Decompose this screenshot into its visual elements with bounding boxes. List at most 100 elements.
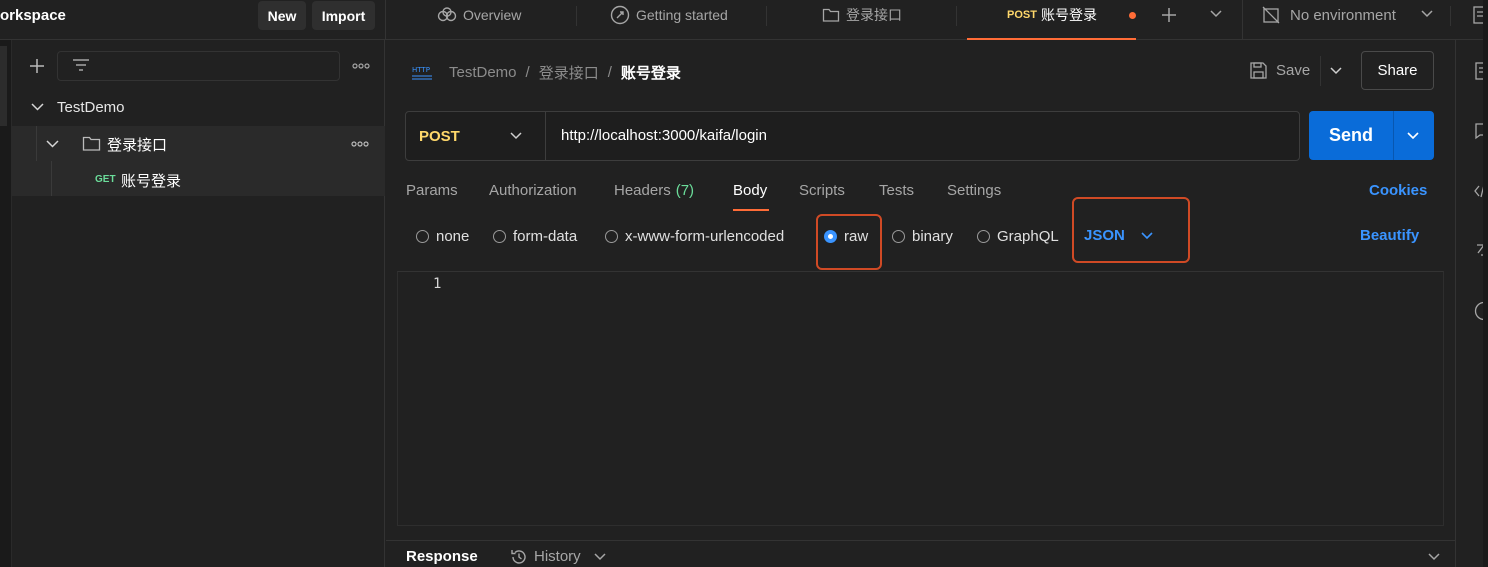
body-option-label: GraphQL [997, 228, 1059, 245]
body-option-urlencoded[interactable]: x-www-form-urlencoded [605, 228, 784, 245]
body-option-graphql[interactable]: GraphQL [977, 228, 1059, 245]
workspace-title[interactable]: orkspace [0, 7, 66, 24]
tab-label: Overview [463, 7, 522, 23]
tab-body[interactable]: Body [733, 182, 767, 199]
tab-login-folder[interactable]: 登录接口 [822, 0, 902, 30]
divider [956, 6, 957, 26]
body-option-label: binary [912, 228, 953, 245]
save-icon[interactable] [1249, 61, 1268, 80]
method-label: POST [419, 128, 460, 145]
request-method-badge: GET [95, 174, 116, 185]
add-collection-icon[interactable] [29, 58, 45, 74]
folder-more-icon[interactable] [351, 141, 369, 147]
collection-name[interactable]: TestDemo [57, 99, 125, 116]
body-option-label: x-www-form-urlencoded [625, 228, 785, 245]
beautify-link[interactable]: Beautify [1360, 227, 1419, 244]
cookies-link[interactable]: Cookies [1369, 182, 1427, 199]
history-button[interactable]: History [534, 548, 581, 565]
overview-icon [437, 7, 457, 23]
tab-label: Getting started [636, 7, 728, 23]
filter-icon[interactable] [72, 58, 90, 72]
tab-settings[interactable]: Settings [947, 182, 1001, 199]
new-button[interactable]: New [258, 1, 306, 30]
breadcrumb-request[interactable]: 账号登录 [621, 62, 681, 83]
tab-scripts[interactable]: Scripts [799, 182, 845, 199]
method-selector[interactable]: POST [406, 112, 546, 160]
chevron-down-icon [510, 132, 522, 140]
collapse-response-chevron-icon[interactable] [1428, 553, 1440, 561]
window-edge [1483, 0, 1488, 567]
body-option-label: raw [844, 228, 869, 245]
import-button[interactable]: Import [312, 1, 375, 30]
chevron-down-icon[interactable] [594, 553, 606, 561]
sidebar [0, 40, 385, 567]
tab-authorization[interactable]: Authorization [489, 182, 577, 199]
getting-started-icon [610, 5, 630, 25]
format-selector[interactable]: JSON [1084, 227, 1153, 244]
share-button[interactable]: Share [1361, 51, 1434, 90]
url-bar: POST http://localhost:3000/kaifa/login [405, 111, 1300, 161]
active-tab-content: POST 账号登录 [1007, 0, 1097, 30]
tree-item-folder[interactable] [12, 126, 385, 161]
divider [1393, 111, 1394, 160]
folder-icon [82, 135, 101, 152]
body-option-label: none [436, 228, 470, 245]
tree-item-request[interactable] [12, 161, 385, 196]
chevron-down-icon[interactable] [31, 103, 44, 111]
divider [1320, 56, 1321, 86]
tab-getting-started[interactable]: Getting started [610, 0, 728, 30]
radio-icon[interactable] [977, 230, 990, 243]
tree-guide [51, 161, 52, 196]
radio-icon[interactable] [416, 230, 429, 243]
headers-count-badge: (7) [675, 182, 695, 199]
chevron-down-icon[interactable] [46, 140, 59, 148]
tab-headers-label: Headers [614, 182, 671, 199]
chevron-down-icon [1141, 231, 1153, 240]
body-option-raw[interactable]: raw [824, 228, 868, 245]
add-tab-icon[interactable] [1161, 7, 1177, 23]
body-option-form-data[interactable]: form-data [493, 228, 577, 245]
tab-overview[interactable]: Overview [437, 0, 521, 30]
divider [1242, 0, 1243, 40]
tab-params[interactable]: Params [406, 182, 458, 199]
body-option-none[interactable]: none [416, 228, 469, 245]
request-name[interactable]: 账号登录 [121, 170, 181, 191]
folder-name[interactable]: 登录接口 [107, 134, 167, 155]
divider [766, 6, 767, 26]
tab-headers[interactable]: Headers (7) [614, 182, 694, 199]
no-environment-icon [1262, 6, 1280, 24]
send-options-chevron-icon[interactable] [1407, 132, 1419, 140]
breadcrumb-collection[interactable]: TestDemo [449, 64, 517, 81]
url-input[interactable]: http://localhost:3000/kaifa/login [561, 127, 767, 144]
more-options-icon[interactable] [352, 63, 370, 69]
active-tab-indicator [733, 209, 769, 211]
sidebar-search-input[interactable] [57, 51, 340, 81]
unsaved-dot [1129, 12, 1136, 19]
radio-selected-icon[interactable] [824, 230, 837, 243]
radio-icon[interactable] [892, 230, 905, 243]
http-icon: HTTP [410, 62, 434, 82]
body-option-binary[interactable]: binary [892, 228, 953, 245]
format-label: JSON [1084, 227, 1125, 244]
response-label[interactable]: Response [406, 548, 478, 565]
folder-icon [822, 7, 840, 23]
tabs-menu-chevron-icon[interactable] [1210, 10, 1222, 18]
history-icon[interactable] [510, 548, 528, 566]
method-badge: POST [1007, 9, 1037, 21]
environment-chevron-icon[interactable] [1421, 10, 1433, 18]
tab-label: 账号登录 [1040, 7, 1097, 23]
send-button[interactable]: Send [1309, 111, 1393, 160]
environment-selector[interactable]: No environment [1290, 7, 1396, 24]
tab-tests[interactable]: Tests [879, 182, 914, 199]
body-editor[interactable]: 1 [397, 271, 1444, 526]
breadcrumb: TestDemo / 登录接口 / 账号登录 [449, 62, 681, 83]
line-number: 1 [433, 276, 442, 292]
divider [1450, 6, 1451, 26]
save-button[interactable]: Save [1276, 62, 1310, 79]
save-options-chevron-icon[interactable] [1330, 67, 1342, 75]
send-button-group: Send [1309, 111, 1434, 160]
breadcrumb-folder[interactable]: 登录接口 [539, 62, 599, 83]
radio-icon[interactable] [493, 230, 506, 243]
radio-icon[interactable] [605, 230, 618, 243]
sidebar-nav-item[interactable] [0, 46, 7, 126]
